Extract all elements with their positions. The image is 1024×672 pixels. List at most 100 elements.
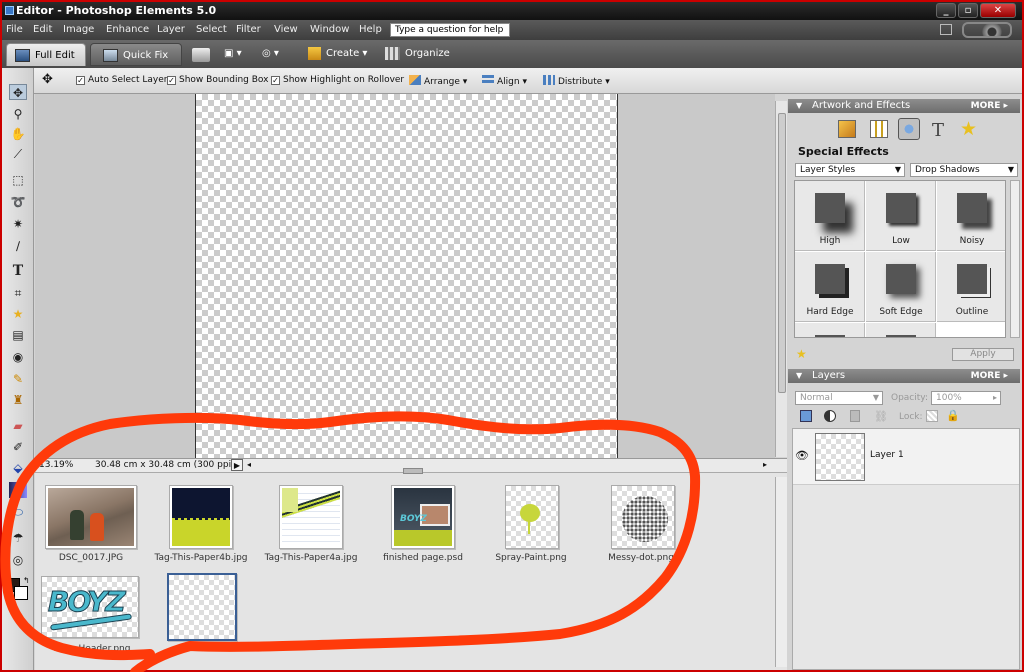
adjustment-layer-icon[interactable] <box>824 410 836 422</box>
type-tool-icon[interactable]: T <box>9 263 27 279</box>
checkbox-show-bbox[interactable]: ✓ <box>167 76 176 85</box>
arrange-dropdown[interactable]: Arrange ▾ <box>409 75 467 87</box>
tab-quick-fix[interactable]: Quick Fix <box>90 43 182 66</box>
clone-stamp-tool-icon[interactable]: ♜ <box>9 392 27 408</box>
effects-scrollbar[interactable] <box>1010 180 1020 338</box>
bin-item-untitled-1[interactable] <box>167 573 237 641</box>
checkbox-auto-select[interactable]: ✓ <box>76 76 85 85</box>
lock-all-icon[interactable]: 🔒 <box>946 409 960 422</box>
artwork-graphics-icon[interactable] <box>838 120 856 138</box>
organize-button[interactable]: Organize <box>385 45 455 63</box>
workspace-vertical-scrollbar[interactable] <box>775 101 787 457</box>
checkbox-show-highlight[interactable]: ✓ <box>271 76 280 85</box>
artwork-effects-header[interactable]: ▼ Artwork and Effects MORE ▸ <box>788 99 1020 113</box>
effect-row3-a[interactable] <box>795 323 865 337</box>
new-layer-icon[interactable] <box>800 410 812 422</box>
distribute-dropdown[interactable]: Distribute ▾ <box>543 75 610 87</box>
close-button[interactable]: ✕ <box>980 3 1016 18</box>
background-color-swatch[interactable] <box>14 586 28 600</box>
share-icon[interactable]: ▣ ▾ <box>224 45 248 63</box>
effects-category-select[interactable]: Layer Styles ▼ <box>795 163 905 177</box>
gradient-tool-icon[interactable] <box>9 482 27 498</box>
effect-row3-b[interactable] <box>866 323 936 337</box>
show-bbox-checkbox[interactable]: ✓ Show Bounding Box <box>167 75 268 85</box>
effect-hard-edge[interactable]: Hard Edge <box>795 252 865 322</box>
cookie-cutter-tool-icon[interactable]: ★ <box>9 306 27 322</box>
tab-full-edit[interactable]: Full Edit <box>6 43 86 66</box>
show-highlight-checkbox[interactable]: ✓ Show Highlight on Rollover <box>271 75 404 85</box>
bin-item-tag-paper4a[interactable] <box>279 485 343 549</box>
menu-view[interactable]: View <box>274 24 298 35</box>
document-canvas[interactable] <box>195 94 618 458</box>
menu-window[interactable]: Window <box>310 24 349 35</box>
lock-transparency-icon[interactable] <box>926 410 938 422</box>
layer-visibility-eye-icon[interactable]: 👁 <box>795 449 809 463</box>
align-dropdown[interactable]: Align ▾ <box>482 75 527 87</box>
add-favorite-icon[interactable]: ★ <box>796 347 807 361</box>
shape-tool-icon[interactable]: ⬭ <box>9 504 27 520</box>
bin-item-finished-page[interactable]: BOYZ <box>391 485 455 549</box>
move-tool-preset-icon[interactable]: ✥ <box>42 72 53 87</box>
help-search-input[interactable]: Type a question for help <box>390 23 510 37</box>
magic-wand-tool-icon[interactable]: ✷ <box>9 216 27 232</box>
document-workspace[interactable] <box>35 94 775 458</box>
collapse-arrow-icon[interactable]: ▼ <box>796 369 802 383</box>
collapse-arrow-icon[interactable]: ▼ <box>796 99 802 113</box>
brush-tool-icon[interactable]: ✐ <box>9 439 27 455</box>
menu-layer[interactable]: Layer <box>157 24 185 35</box>
bin-item-messy-dot[interactable] <box>611 485 675 549</box>
order-prints-icon[interactable]: ◎ ▾ <box>262 45 294 63</box>
menu-select[interactable]: Select <box>196 24 227 35</box>
bin-item-boyz-header[interactable]: BOYZ <box>41 576 139 638</box>
zoom-level[interactable]: 13.19% <box>39 460 73 470</box>
effect-low[interactable]: Low <box>866 181 936 251</box>
menu-filter[interactable]: Filter <box>236 24 261 35</box>
eyedropper-tool-icon[interactable]: ⟋ <box>9 146 27 162</box>
layer-name[interactable]: Layer 1 <box>870 450 904 460</box>
effect-noisy[interactable]: Noisy <box>937 181 1005 251</box>
scroll-left-icon[interactable]: ◂ <box>247 460 251 469</box>
sponge-tool-icon[interactable]: ◎ <box>9 552 27 568</box>
print-icon[interactable] <box>192 48 210 62</box>
special-effects-icon[interactable] <box>898 118 920 140</box>
layers-more-button[interactable]: MORE ▸ <box>971 369 1008 383</box>
maximize-button[interactable]: ▫ <box>958 3 978 18</box>
eraser-tool-icon[interactable]: ▰ <box>9 418 27 434</box>
create-button[interactable]: Create ▾ <box>308 45 378 63</box>
straighten-tool-icon[interactable]: ▤ <box>9 327 27 343</box>
red-eye-tool-icon[interactable]: ◉ <box>9 349 27 365</box>
marquee-tool-icon[interactable]: ⬚ <box>9 172 27 188</box>
artwork-more-button[interactable]: MORE ▸ <box>971 99 1008 113</box>
favorites-icon[interactable]: ★ <box>960 118 977 140</box>
blend-mode-select[interactable]: Normal ▼ <box>795 391 883 405</box>
zoom-tool-icon[interactable]: ⚲ <box>9 106 27 122</box>
spot-healing-tool-icon[interactable]: ✎ <box>9 371 27 387</box>
bin-item-dsc-0017[interactable] <box>45 485 137 549</box>
menu-file[interactable]: File <box>6 24 23 35</box>
effect-outline[interactable]: Outline <box>937 252 1005 322</box>
layers-header[interactable]: ▼ Layers MORE ▸ <box>788 369 1020 383</box>
menu-help[interactable]: Help <box>359 24 382 35</box>
swap-colors-icon[interactable]: ↰ <box>23 576 30 585</box>
effects-style-select[interactable]: Drop Shadows ▼ <box>910 163 1018 177</box>
apply-button[interactable]: Apply <box>952 348 1014 361</box>
menu-image[interactable]: Image <box>63 24 94 35</box>
text-effects-icon[interactable]: T <box>932 120 944 141</box>
layer-row[interactable]: 👁 Layer 1 <box>793 429 1019 485</box>
menu-enhance[interactable]: Enhance <box>106 24 149 35</box>
delete-layer-icon[interactable] <box>850 410 860 422</box>
menu-edit[interactable]: Edit <box>33 24 52 35</box>
bin-item-spray-paint[interactable] <box>505 485 559 549</box>
hand-tool-icon[interactable]: ✋ <box>9 126 27 142</box>
effect-high[interactable]: High <box>795 181 865 251</box>
minimize-button[interactable]: _ <box>936 3 956 18</box>
crop-tool-icon[interactable]: ⌗ <box>9 285 27 301</box>
artwork-themes-icon[interactable] <box>870 120 888 138</box>
move-tool-icon[interactable]: ✥ <box>9 84 27 100</box>
bin-item-tag-paper4b[interactable] <box>169 485 233 549</box>
status-menu-arrow-icon[interactable]: ▶ <box>231 459 243 471</box>
bin-collapse-handle[interactable] <box>403 468 423 474</box>
blur-tool-icon[interactable]: ☂ <box>9 530 27 546</box>
window-controls-icon[interactable] <box>940 24 952 35</box>
selection-brush-tool-icon[interactable]: ∕ <box>9 238 27 254</box>
